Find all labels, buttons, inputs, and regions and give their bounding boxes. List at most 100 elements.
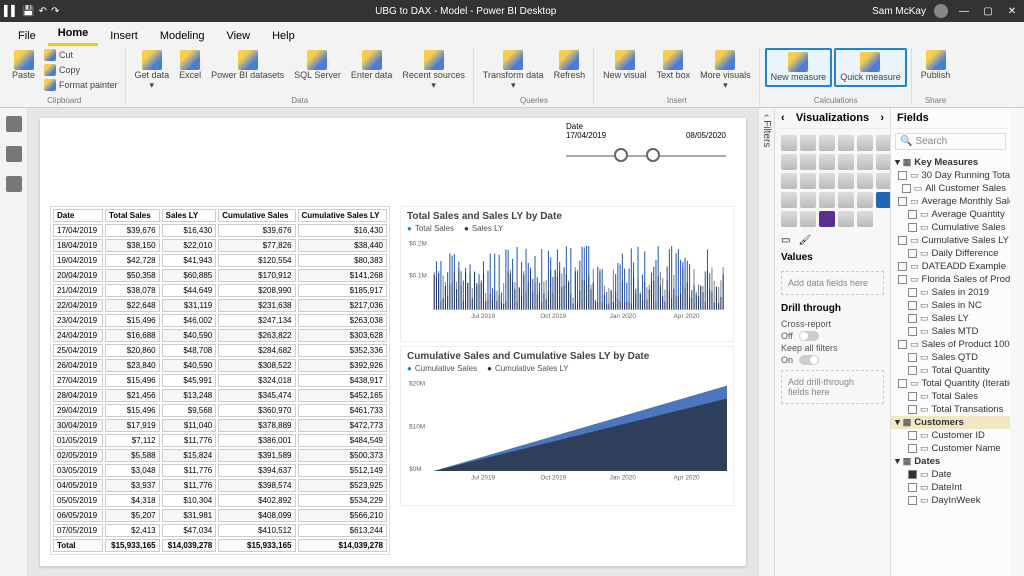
field-item[interactable]: ▭Total Transations bbox=[891, 403, 1010, 416]
table-row[interactable]: 19/04/2019$42,728$41,943$120,554$80,383 bbox=[53, 254, 387, 267]
field-item[interactable]: ▭Total Quantity (Iteration) bbox=[891, 377, 1010, 390]
copy-button[interactable]: Copy bbox=[41, 63, 121, 78]
viz-type-icon[interactable] bbox=[781, 154, 797, 170]
refresh-button[interactable]: Refresh bbox=[550, 48, 590, 83]
viz-type-icon[interactable] bbox=[800, 173, 816, 189]
slicer-knob-start[interactable] bbox=[614, 148, 628, 162]
table-header[interactable]: Date bbox=[53, 209, 103, 222]
drillthrough-well[interactable]: Add drill-through fields here bbox=[781, 370, 884, 404]
table-row[interactable]: 26/04/2019$23,840$40,590$308,522$392,926 bbox=[53, 359, 387, 372]
tab-file[interactable]: File bbox=[8, 26, 46, 46]
table-row[interactable]: 27/04/2019$15,496$45,991$324,018$438,917 bbox=[53, 374, 387, 387]
table-row[interactable]: 04/05/2019$3,937$11,776$398,574$523,925 bbox=[53, 479, 387, 492]
table-row[interactable]: 05/05/2019$4,318$10,304$402,892$534,229 bbox=[53, 494, 387, 507]
qat-undo-icon[interactable]: ↶ bbox=[39, 6, 47, 17]
field-item[interactable]: ▭Customer Name bbox=[891, 442, 1010, 455]
viz-type-icon[interactable] bbox=[819, 135, 835, 151]
viz-type-icon[interactable] bbox=[800, 135, 816, 151]
new-visual-button[interactable]: New visual bbox=[599, 48, 651, 83]
keep-filters-state[interactable]: On bbox=[775, 354, 890, 366]
viz-type-icon[interactable] bbox=[838, 192, 854, 208]
cut-button[interactable]: Cut bbox=[41, 48, 121, 63]
viz-type-icon[interactable] bbox=[781, 173, 797, 189]
viz-type-icon[interactable] bbox=[819, 192, 835, 208]
chart-cumulative-sales[interactable]: Cumulative Sales and Cumulative Sales LY… bbox=[400, 346, 734, 506]
field-table[interactable]: ▸▦Customers bbox=[891, 416, 1010, 429]
table-row[interactable]: 02/05/2019$5,588$15,824$391,589$500,373 bbox=[53, 449, 387, 462]
table-row[interactable]: 30/04/2019$17,919$11,040$378,889$472,773 bbox=[53, 419, 387, 432]
viz-type-icon[interactable] bbox=[838, 211, 854, 227]
slicer-track[interactable] bbox=[566, 144, 726, 168]
close-button[interactable]: ✕ bbox=[1004, 6, 1020, 17]
table-row[interactable]: 25/04/2019$20,860$48,708$284,682$352,336 bbox=[53, 344, 387, 357]
viz-type-icon[interactable] bbox=[800, 154, 816, 170]
sql-server-button[interactable]: SQL Server bbox=[290, 48, 345, 83]
cross-report-toggle[interactable]: Cross-report bbox=[775, 318, 890, 330]
table-header[interactable]: Sales LY bbox=[162, 209, 217, 222]
data-view-icon[interactable] bbox=[6, 146, 22, 162]
format-painter-button[interactable]: Format painter bbox=[41, 78, 121, 93]
minimize-button[interactable]: — bbox=[956, 6, 972, 17]
paste-button[interactable]: Paste bbox=[8, 48, 39, 83]
viz-type-icon[interactable] bbox=[781, 135, 797, 151]
field-item[interactable]: ▭Total Quantity bbox=[891, 364, 1010, 377]
field-item[interactable]: ▭Daily Difference bbox=[891, 247, 1010, 260]
tab-view[interactable]: View bbox=[216, 26, 260, 46]
table-row[interactable]: 24/04/2019$16,688$40,590$263,822$303,628 bbox=[53, 329, 387, 342]
excel-button[interactable]: Excel bbox=[175, 48, 205, 83]
table-row[interactable]: 21/04/2019$38,078$44,649$208,990$185,917 bbox=[53, 284, 387, 297]
recent-sources-button[interactable]: Recent sources▾ bbox=[398, 48, 469, 93]
viz-type-icon[interactable] bbox=[857, 192, 873, 208]
field-item[interactable]: ▭All Customer Sales bbox=[891, 182, 1010, 195]
field-item[interactable]: ▭Sales LY bbox=[891, 312, 1010, 325]
table-row[interactable]: 03/05/2019$3,048$11,776$394,637$512,149 bbox=[53, 464, 387, 477]
field-item[interactable]: ▭Sales in 2019 bbox=[891, 286, 1010, 299]
table-row[interactable]: 29/04/2019$15,496$9,568$360,970$461,733 bbox=[53, 404, 387, 417]
table-row[interactable]: 22/04/2019$22,648$31,119$231,638$217,036 bbox=[53, 299, 387, 312]
slicer-to[interactable]: 08/05/2020 bbox=[686, 131, 726, 140]
qat-save-icon[interactable]: 💾 bbox=[22, 6, 34, 17]
filters-pane-collapsed[interactable]: ‹ Filters bbox=[758, 108, 774, 576]
pbi-datasets-button[interactable]: Power BI datasets bbox=[207, 48, 288, 83]
tab-help[interactable]: Help bbox=[262, 26, 305, 46]
date-slicer[interactable]: Date 17/04/2019 08/05/2020 bbox=[566, 122, 726, 168]
tab-home[interactable]: Home bbox=[48, 23, 99, 46]
field-item[interactable]: ▭DayInWeek bbox=[891, 494, 1010, 507]
cross-report-state[interactable]: Off bbox=[775, 330, 890, 342]
field-item[interactable]: ▭DATEADD Example bbox=[891, 260, 1010, 273]
field-item[interactable]: ▭Date bbox=[891, 468, 1010, 481]
viz-type-icon[interactable] bbox=[838, 154, 854, 170]
viz-type-icon[interactable] bbox=[781, 211, 797, 227]
field-item[interactable]: ▭Customer ID bbox=[891, 429, 1010, 442]
text-box-button[interactable]: Text box bbox=[653, 48, 695, 83]
field-item[interactable]: ▭Sales in NC bbox=[891, 299, 1010, 312]
fields-tab-icon[interactable]: ▭ bbox=[781, 235, 790, 246]
field-item[interactable]: ▭Average Monthly Sales bbox=[891, 195, 1010, 208]
viz-type-icon[interactable] bbox=[819, 211, 835, 227]
table-row[interactable]: 17/04/2019$39,676$16,430$39,676$16,430 bbox=[53, 224, 387, 237]
field-item[interactable]: ▭Florida Sales of Product 2 ... bbox=[891, 273, 1010, 286]
slicer-from[interactable]: 17/04/2019 bbox=[566, 131, 606, 140]
field-table[interactable]: ▸▦Key Measures bbox=[891, 156, 1010, 169]
user-avatar[interactable] bbox=[934, 4, 948, 18]
user-name[interactable]: Sam McKay bbox=[872, 6, 926, 17]
table-row[interactable]: 23/04/2019$15,496$46,002$247,134$263,038 bbox=[53, 314, 387, 327]
field-item[interactable]: ▭DateInt bbox=[891, 481, 1010, 494]
tab-insert[interactable]: Insert bbox=[100, 26, 148, 46]
viz-type-icon[interactable] bbox=[819, 173, 835, 189]
report-view-icon[interactable] bbox=[6, 116, 22, 132]
table-row[interactable]: 18/04/2019$38,150$22,010$77,826$38,440 bbox=[53, 239, 387, 252]
table-header[interactable]: Total Sales bbox=[105, 209, 160, 222]
new-measure-button[interactable]: New measure bbox=[765, 48, 833, 87]
viz-type-icon[interactable] bbox=[800, 192, 816, 208]
more-visuals-button[interactable]: More visuals▾ bbox=[696, 48, 755, 93]
field-item[interactable]: ▭Total Sales bbox=[891, 390, 1010, 403]
field-item[interactable]: ▭Cumulative Sales LY bbox=[891, 234, 1010, 247]
viz-type-icon[interactable] bbox=[819, 154, 835, 170]
table-header[interactable]: Cumulative Sales LY bbox=[298, 209, 387, 222]
table-row[interactable]: 28/04/2019$21,456$13,248$345,474$452,165 bbox=[53, 389, 387, 402]
field-item[interactable]: ▭Sales QTD bbox=[891, 351, 1010, 364]
quick-measure-button[interactable]: Quick measure bbox=[834, 48, 907, 87]
table-row[interactable]: 01/05/2019$7,112$11,776$386,001$484,549 bbox=[53, 434, 387, 447]
report-page[interactable]: Date 17/04/2019 08/05/2020 DateTotal Sal… bbox=[40, 118, 746, 566]
